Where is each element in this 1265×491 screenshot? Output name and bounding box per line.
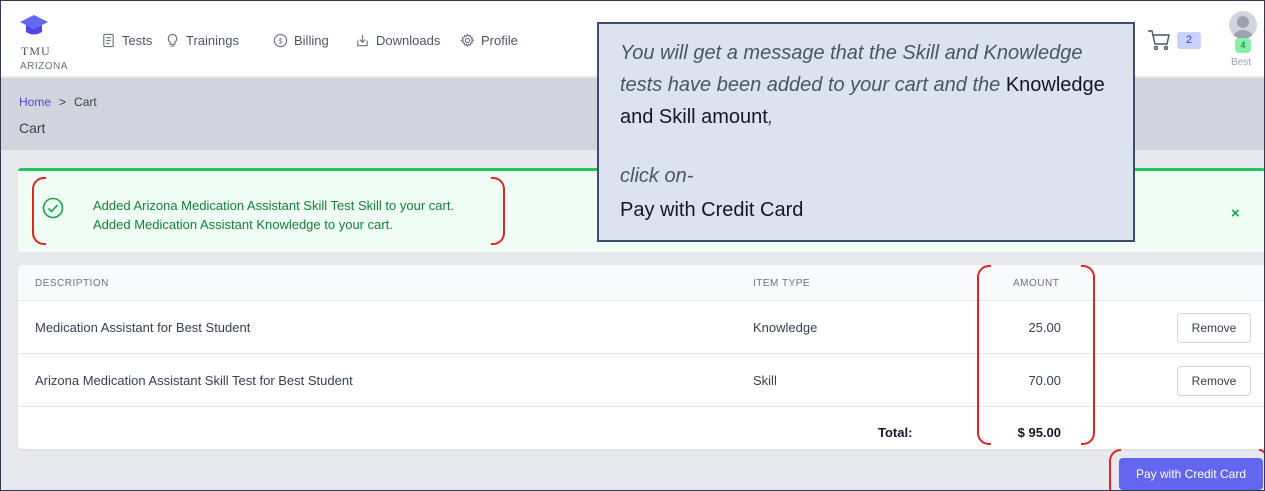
annotation-bracket-right <box>491 177 505 245</box>
breadcrumb-current: Cart <box>74 95 97 109</box>
row-description: Arizona Medication Assistant Skill Test … <box>35 373 353 388</box>
column-header-description: DESCRIPTION <box>35 278 109 289</box>
logo-subtext: ARIZONA <box>20 61 68 72</box>
row-amount: 70.00 <box>1028 373 1061 388</box>
page-title: Cart <box>19 120 46 136</box>
row-item-type: Skill <box>753 373 777 388</box>
table-header: DESCRIPTION ITEM TYPE AMOUNT <box>18 265 1264 301</box>
remove-button[interactable]: Remove <box>1177 366 1251 396</box>
nav-downloads-label: Downloads <box>376 33 441 48</box>
lightbulb-icon <box>167 33 178 47</box>
pay-with-credit-card-button[interactable]: Pay with Credit Card <box>1119 458 1263 490</box>
nav-tests[interactable]: Tests <box>101 33 152 48</box>
callout-comma: , <box>767 106 774 128</box>
nav-tests-label: Tests <box>122 33 153 48</box>
close-icon[interactable]: × <box>1231 205 1240 222</box>
document-icon <box>103 33 114 48</box>
annotation-bracket-right <box>1081 265 1095 445</box>
remove-button[interactable]: Remove <box>1177 313 1251 343</box>
table-row: Arizona Medication Assistant Skill Test … <box>18 354 1264 407</box>
svg-text:$: $ <box>278 36 283 45</box>
annotation-bracket-right <box>1259 449 1264 469</box>
user-badge: 4 <box>1235 38 1251 53</box>
row-description: Medication Assistant for Best Student <box>35 320 251 335</box>
nav-trainings-label: Trainings <box>186 33 239 48</box>
cart-count-badge[interactable]: 2 <box>1177 32 1201 49</box>
total-value: $ 95.00 <box>1017 425 1061 440</box>
user-icon <box>1233 16 1253 39</box>
graduation-cap-icon <box>20 15 48 35</box>
nav-profile-label: Profile <box>481 33 518 48</box>
dollar-circle-icon: $ <box>273 33 288 48</box>
nav-trainings[interactable]: Trainings <box>165 33 239 48</box>
cart-table: DESCRIPTION ITEM TYPE AMOUNT Medication … <box>18 265 1264 449</box>
annotation-bracket-left <box>32 177 46 245</box>
nav-billing[interactable]: $ Billing <box>273 33 329 48</box>
alert-line: Added Arizona Medication Assistant Skill… <box>93 198 455 213</box>
logo-text: TMU <box>21 44 51 58</box>
app-frame: TMU ARIZONA Tests Trainings $ Billing Do… <box>0 0 1265 491</box>
cart-icon[interactable] <box>1147 29 1171 51</box>
callout-text: You will get a message that the Skill an… <box>620 37 1130 133</box>
nav-downloads[interactable]: Downloads <box>355 33 440 48</box>
avatar[interactable] <box>1229 11 1257 39</box>
row-item-type: Knowledge <box>753 320 818 335</box>
gear-icon <box>460 33 475 48</box>
column-header-item-type: ITEM TYPE <box>753 278 811 289</box>
instruction-callout: You will get a message that the Skill an… <box>597 22 1135 242</box>
annotation-bracket-left <box>1109 449 1121 490</box>
total-label: Total: <box>878 425 913 440</box>
nav-billing-label: Billing <box>294 33 329 48</box>
logo[interactable]: TMU ARIZONA <box>19 11 79 72</box>
table-row: Medication Assistant for Best Student Kn… <box>18 301 1264 354</box>
row-amount: 25.00 <box>1028 320 1061 335</box>
annotation-bracket-left <box>977 265 991 445</box>
callout-click-text: click on- <box>620 165 694 187</box>
nav-profile[interactable]: Profile <box>460 33 518 48</box>
user-name[interactable]: Best <box>1231 57 1251 68</box>
alert-message: Added Arizona Medication Assistant Skill… <box>93 196 454 234</box>
download-icon <box>357 34 368 47</box>
breadcrumb: Home > Cart <box>19 95 97 109</box>
callout-action-text: Pay with Credit Card <box>620 199 804 221</box>
column-header-amount: AMOUNT <box>1013 278 1060 289</box>
breadcrumb-home-link[interactable]: Home <box>19 95 51 109</box>
breadcrumb-separator: > <box>59 95 67 109</box>
alert-line: Added Medication Assistant Knowledge to … <box>93 217 393 232</box>
